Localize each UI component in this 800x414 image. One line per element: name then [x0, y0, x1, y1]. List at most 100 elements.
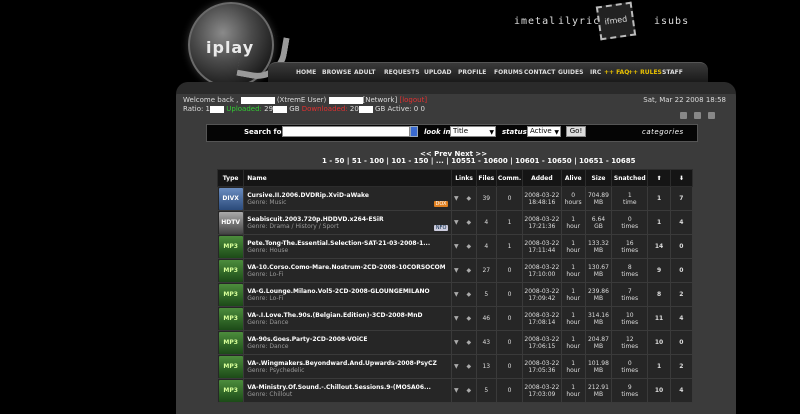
type-cell[interactable]: HDTV	[216, 210, 245, 235]
type-cell[interactable]: MP3	[216, 306, 245, 331]
categories-link[interactable]: categories	[642, 128, 684, 136]
name-cell[interactable]: VA-90s.Goes.Party-2CD-2008-VOiCE Genre: D…	[243, 330, 453, 355]
torrent-name[interactable]: Cursive.II.2006.DVDRip.XviD-aWake	[247, 192, 445, 199]
torrent-name[interactable]: VA-90s.Goes.Party-2CD-2008-VOiCE	[247, 336, 445, 343]
bookmark-icon[interactable]: ◆	[467, 219, 475, 226]
inbox-icon[interactable]	[680, 112, 687, 119]
category-icon[interactable]: MP3	[218, 331, 243, 354]
snatched-cell[interactable]: 16 times	[611, 234, 649, 259]
name-cell[interactable]: VA-.Wingmakers.Beyondward.And.Upwards-20…	[243, 354, 453, 379]
torrent-name[interactable]: VA-G.Lounge.Milano.Vol5-2CD-2008-GLOUNGE…	[247, 288, 445, 295]
files-cell[interactable]: 5	[475, 378, 497, 403]
comments-cell[interactable]: 0	[495, 354, 524, 379]
table-row[interactable]: MP3 Pete.Tong-The.Essential.Selection-SAT…	[216, 234, 694, 259]
comments-cell[interactable]: 0	[495, 330, 524, 355]
download-icon[interactable]: ▼	[454, 291, 462, 298]
lookin-select[interactable]: Title ▼	[450, 126, 496, 137]
seeders-cell[interactable]: 10	[647, 378, 671, 403]
search-input[interactable]	[282, 126, 410, 137]
comments-cell[interactable]: 0	[495, 258, 524, 283]
comments-cell[interactable]: 1	[495, 234, 524, 259]
files-cell[interactable]: 5	[475, 282, 497, 307]
leechers-cell[interactable]: 4	[669, 378, 694, 403]
type-cell[interactable]: MP3	[216, 378, 245, 403]
files-cell[interactable]: 4	[475, 234, 497, 259]
logout-link[interactable]: logout	[402, 96, 424, 104]
bookmark-icon[interactable]: ◆	[467, 387, 475, 394]
type-cell[interactable]: DIVX	[216, 186, 245, 211]
name-cell[interactable]: Seabiscuit.2003.720p.HDDVD.x264-ESiR Genr…	[243, 210, 453, 235]
category-icon[interactable]: MP3	[218, 283, 243, 306]
comments-cell[interactable]: 1	[495, 210, 524, 235]
col-comments[interactable]: Comm.	[495, 169, 524, 187]
leechers-cell[interactable]: 2	[669, 354, 694, 379]
name-cell[interactable]: Cursive.II.2006.DVDRip.XviD-aWake Genre: …	[243, 186, 453, 211]
bookmark-icon[interactable]	[694, 112, 702, 119]
bookmark-icon[interactable]: ◆	[467, 195, 475, 202]
top-link-imetal[interactable]: imetal	[514, 16, 556, 27]
bookmark-icon[interactable]: ◆	[467, 315, 475, 322]
top-link-isubs[interactable]: isubs	[654, 16, 689, 27]
bookmark-icon[interactable]: ◆	[467, 339, 475, 346]
status-select[interactable]: Active ▼	[527, 126, 561, 137]
col-size[interactable]: Size	[584, 169, 613, 187]
bookmark-icon[interactable]: ◆	[467, 267, 475, 274]
category-icon[interactable]: MP3	[218, 307, 243, 330]
name-cell[interactable]: Pete.Tong-The.Essential.Selection-SAT-21…	[243, 234, 453, 259]
table-row[interactable]: MP3 VA-90s.Goes.Party-2CD-2008-VOiCE Genre…	[216, 330, 694, 355]
name-cell[interactable]: VA-G.Lounge.Milano.Vol5-2CD-2008-GLOUNGE…	[243, 282, 453, 307]
torrent-name[interactable]: VA-Ministry.Of.Sound.-.Chillout.Sessions…	[247, 384, 445, 391]
comments-cell[interactable]: 0	[495, 282, 524, 307]
download-icon[interactable]: ▼	[454, 315, 462, 322]
leechers-cell[interactable]: 0	[669, 234, 694, 259]
name-cell[interactable]: VA-Ministry.Of.Sound.-.Chillout.Sessions…	[243, 378, 453, 403]
name-cell[interactable]: VA-10.Corso.Como-Mare.Nostrum-2CD-2008-1…	[243, 258, 453, 283]
table-row[interactable]: DIVX Cursive.II.2006.DVDRip.XviD-aWake Gen…	[216, 186, 694, 211]
col-seeders[interactable]: ⬆	[647, 169, 671, 187]
snatched-cell[interactable]: 9 times	[611, 378, 649, 403]
menu-irc[interactable]: IRC	[590, 69, 601, 76]
menu-forums[interactable]: FORUMS	[494, 69, 523, 76]
search-icon[interactable]	[410, 126, 418, 137]
table-row[interactable]: HDTV Seabiscuit.2003.720p.HDDVD.x264-ESiR…	[216, 210, 694, 235]
go-button[interactable]: Go!	[566, 126, 586, 137]
snatched-cell[interactable]: 0 times	[611, 210, 649, 235]
menu-guides[interactable]: GUIDES	[558, 69, 583, 76]
menu-adult[interactable]: ADULT	[354, 69, 375, 76]
table-row[interactable]: MP3 VA-G.Lounge.Milano.Vol5-2CD-2008-GLOU…	[216, 282, 694, 307]
menu-upload[interactable]: UPLOAD	[424, 69, 451, 76]
seeders-cell[interactable]: 10	[647, 330, 671, 355]
table-row[interactable]: MP3 VA-.Wingmakers.Beyondward.And.Upwards…	[216, 354, 694, 379]
menu-profile[interactable]: PROFILE	[458, 69, 486, 76]
bookmark-icon[interactable]: ◆	[467, 243, 475, 250]
category-icon[interactable]: MP3	[218, 259, 243, 282]
comments-cell[interactable]: 0	[495, 378, 524, 403]
menu-faq[interactable]: ++ FAQ	[604, 69, 629, 76]
menu-browse[interactable]: BROWSE	[322, 69, 351, 76]
category-icon[interactable]: MP3	[218, 379, 243, 402]
category-icon[interactable]: MP3	[218, 355, 243, 378]
menu-contact[interactable]: CONTACT	[524, 69, 555, 76]
torrent-name[interactable]: Seabiscuit.2003.720p.HDDVD.x264-ESiR	[247, 216, 445, 223]
col-leechers[interactable]: ⬇	[669, 169, 694, 187]
files-cell[interactable]: 43	[475, 330, 497, 355]
files-cell[interactable]: 46	[475, 306, 497, 331]
category-icon[interactable]: DIVX	[218, 187, 243, 210]
bookmark-icon[interactable]: ◆	[467, 363, 475, 370]
download-icon[interactable]: ▼	[454, 387, 462, 394]
comments-cell[interactable]: 0	[495, 306, 524, 331]
download-icon[interactable]: ▼	[454, 267, 462, 274]
files-cell[interactable]: 39	[475, 186, 497, 211]
menu-rules[interactable]: ++ RULES	[628, 69, 662, 76]
comments-cell[interactable]: 0	[495, 186, 524, 211]
leechers-cell[interactable]: 0	[669, 330, 694, 355]
leechers-cell[interactable]: 4	[669, 210, 694, 235]
type-cell[interactable]: MP3	[216, 258, 245, 283]
bookmark-icon[interactable]: ◆	[467, 291, 475, 298]
category-icon[interactable]: HDTV	[218, 211, 243, 234]
leechers-cell[interactable]: 0	[669, 258, 694, 283]
settings-icon[interactable]	[708, 112, 716, 119]
files-cell[interactable]: 13	[475, 354, 497, 379]
col-added[interactable]: Added	[522, 169, 562, 187]
top-link-stamp[interactable]: ifmed	[595, 1, 637, 41]
